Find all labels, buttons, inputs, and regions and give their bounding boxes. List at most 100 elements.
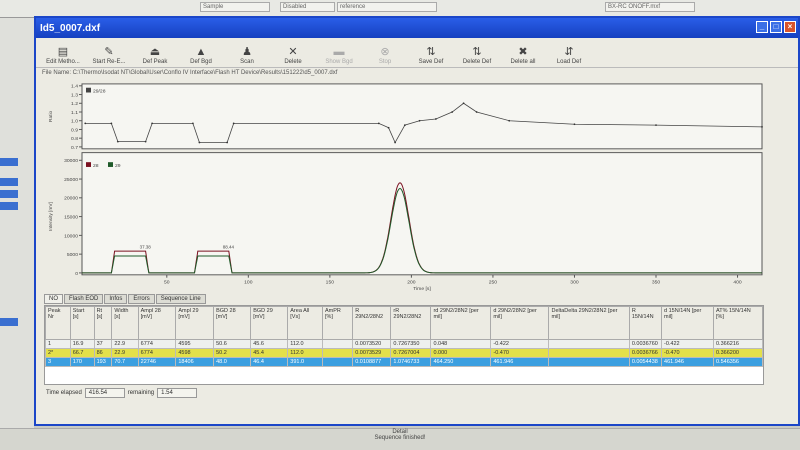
toolbar-button-load-def[interactable]: ⇵ Load Def [546,45,592,67]
status-message: Sequence finished! [374,435,426,441]
tab-sequence-line[interactable]: Sequence Line [155,294,206,304]
result-tabs: NO Flash EOD Infos Errors Sequence Line [44,294,206,304]
column-header[interactable]: Peak Nr [45,306,71,340]
left-tab[interactable] [0,178,18,186]
toolbar-icon: ⇵ [564,46,574,58]
tab-no[interactable]: NO [44,294,63,304]
table-cell: -0.422 [490,339,550,349]
ratio-point [434,118,437,120]
left-tab[interactable] [0,318,18,326]
column-header[interactable]: Rt [s] [93,306,113,340]
column-header[interactable]: rR 29N2/28N2 [390,306,432,340]
table-cell: 22746 [137,357,177,367]
column-header[interactable]: Width [s] [111,306,139,340]
tab-infos[interactable]: Infos [104,294,128,304]
toolbar-button-delete-all[interactable]: ✖ Delete all [500,45,546,67]
toolbar-icon: ⇅ [472,46,482,58]
ratio-point [198,141,201,144]
toolbar-label: Save Def [418,59,444,65]
toolbar-button-edit-metho[interactable]: ▤ Edit Metho... [40,45,86,67]
elapsed-bar: Time elapsed 416.54 remaining 1.54 [46,388,198,398]
table-cell: 16.9 [69,339,95,349]
y-tick-label: 15000 [64,215,78,221]
toolbar-label: Def Peak [142,59,168,65]
y-tick-label: 0 [75,271,78,277]
column-header[interactable]: Ampl 29 [mV] [175,306,215,340]
ratio-plot-area [81,83,763,150]
toolbar-button-def-peak[interactable]: ⏏ Def Peak [132,45,178,67]
column-header[interactable]: BGD 29 [mV] [250,306,289,340]
table-cell: 461.946 [490,357,550,367]
table-cell: 0.7267350 [390,339,432,349]
minimize-button[interactable]: _ [756,21,768,33]
column-header[interactable]: AT% 15N/14N [%] [713,306,763,340]
toolbar-icon: ✎ [104,46,114,58]
tab-errors[interactable]: Errors [128,294,155,304]
title-bar[interactable]: Id5_0007.dxf _ □ × [36,18,798,38]
left-tab[interactable] [0,158,18,166]
toolbar-button-delete[interactable]: ✕ Delete [270,45,316,67]
toolbar-button-save-def[interactable]: ⇅ Save Def [408,45,454,67]
table-cell: 4595 [175,339,215,349]
table-cell: 50.6 [213,339,252,349]
bg-cell: Sample [200,2,270,12]
table-cell: 4598 [175,348,215,358]
toolbar-button-scan[interactable]: ♟ Scan [224,45,270,67]
toolbar-label: Load Def [556,59,582,65]
y-tick-label: 1.0 [71,119,78,125]
column-header[interactable]: rd 29N2/28N2 [per mil] [430,306,492,340]
column-header[interactable]: d 29N2/28N2 [per mil] [490,306,550,340]
table-row[interactable]: 1 16.9 37 22.9 6774 4595 50.6 45.6 112.0 0.007352… [45,339,763,349]
peak-table: Peak Nr Start [s] Rt [s] Width [s] Ampl 28 [… [45,306,763,367]
y-tick-label: 25000 [64,177,78,183]
toolbar-button-stop[interactable]: ⊗ Stop [362,45,408,67]
toolbar-label: Def Bgd [190,59,212,65]
toolbar-button-show-bgd[interactable]: ▬ Show Bgd [316,45,362,67]
column-header[interactable]: BGD 28 [mV] [213,306,252,340]
toolbar-button-delete-def[interactable]: ⇅ Delete Def [454,45,500,67]
y-tick-label: 0.9 [71,127,78,133]
x-tick-label: 150 [326,280,335,286]
y-axis-label: Ratio [48,111,54,122]
intensity-plot-area [81,152,763,276]
table-cell: 0.0108877 [352,357,392,367]
column-header[interactable]: Ampl 28 [mV] [137,306,177,340]
toolbar-button-start-re-e[interactable]: ✎ Start Re-E... [86,45,132,67]
left-tab[interactable] [0,190,18,198]
ratio-point [761,125,763,128]
y-axis-label: Intensity [mV] [48,202,54,231]
legend-label: 28 [93,163,99,169]
x-axis-label: Time [s] [413,286,431,292]
column-header[interactable]: d 15N/14N [per mil] [661,306,714,340]
column-header[interactable]: R 15N/14N [628,306,663,340]
legend-swatch [108,162,113,167]
toolbar-label: Delete all [510,59,536,65]
table-row[interactable]: 3 170 193 70.7 22746 18406 48.0 46.4 391.0 0.0108… [45,357,763,367]
peak-annotation: 88.44 [223,244,235,249]
close-button[interactable]: × [784,21,796,33]
x-tick-label: 300 [570,280,579,286]
maximize-button[interactable]: □ [770,21,782,33]
table-cell: 0.000 [430,348,492,358]
table-cell: 66.7 [69,348,95,358]
column-header[interactable]: DeltaDelta 29N2/28N2 [per mil] [548,306,630,340]
peak-table-container: Peak Nr Start [s] Rt [s] Width [s] Ampl 28 [… [44,305,764,385]
peak-annotation: 37.38 [140,244,152,249]
ratio-point [377,122,380,125]
column-header[interactable]: Area All [Vs] [287,306,323,340]
column-header[interactable]: R 29N2/28N2 [352,306,392,340]
chromatogram-chart: 1.4 1.3 1.2 1.1 1.0 0.9 0.8 0.7 Ratio 29/28 30000 2… [48,83,763,292]
tab-flash-eod[interactable]: Flash EOD [64,294,104,304]
ratio-point [418,119,421,122]
table-cell: 0.366216 [713,339,763,349]
table-row[interactable]: 2* 66.7 86 22.9 6774 4598 50.2 45.4 112.0 0.00735… [45,348,763,358]
left-tab[interactable] [0,202,18,210]
toolbar-button-def-bgd[interactable]: ▲ Def Bgd [178,45,224,67]
ratio-point [573,123,576,126]
table-cell: 112.0 [287,348,323,358]
time-elapsed-value: 416.54 [84,388,125,398]
column-header[interactable]: Start [s] [69,306,95,340]
toolbar-icon: ▤ [57,46,69,58]
column-header[interactable]: AmPR [%] [321,306,354,340]
y-tick-label: 1.4 [71,84,78,90]
